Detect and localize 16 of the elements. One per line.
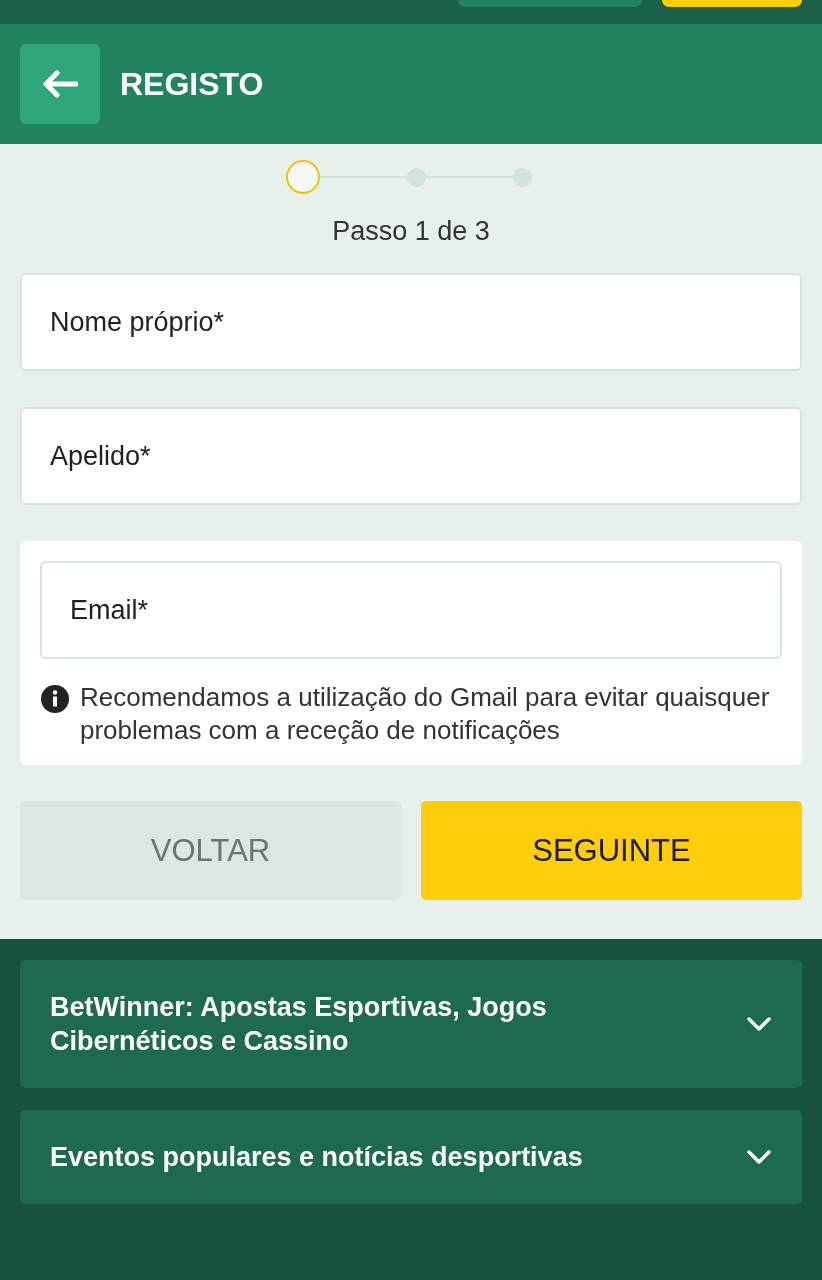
step-caption: Passo 1 de 3 [331,216,491,247]
page-title: REGISTO [120,65,264,103]
next-button[interactable]: SEGUINTE [421,801,802,900]
back-button[interactable] [20,44,100,124]
back-arrow-icon [42,70,78,98]
accordion-item[interactable]: BetWinner: Apostas Esportivas, Jogos Cibernéticos e Cassino [20,960,802,1088]
input-field[interactable]: Apelido* [20,407,802,505]
input-field[interactable]: Nome próprio* [20,273,802,371]
chevron-icon [746,1016,772,1032]
chevron-icon [746,1149,772,1165]
hint-text: Recomendamos a utilização do Gmail para evitar quaisquer problemas com a receção de notificações [80,681,771,747]
header-button[interactable] [662,0,802,7]
email-field[interactable]: Email* [40,561,782,659]
info-icon [40,684,70,714]
accordion-item[interactable]: Eventos populares e notícias desportivas [20,1110,802,1204]
back-text-button[interactable]: VOLTAR [20,801,401,900]
